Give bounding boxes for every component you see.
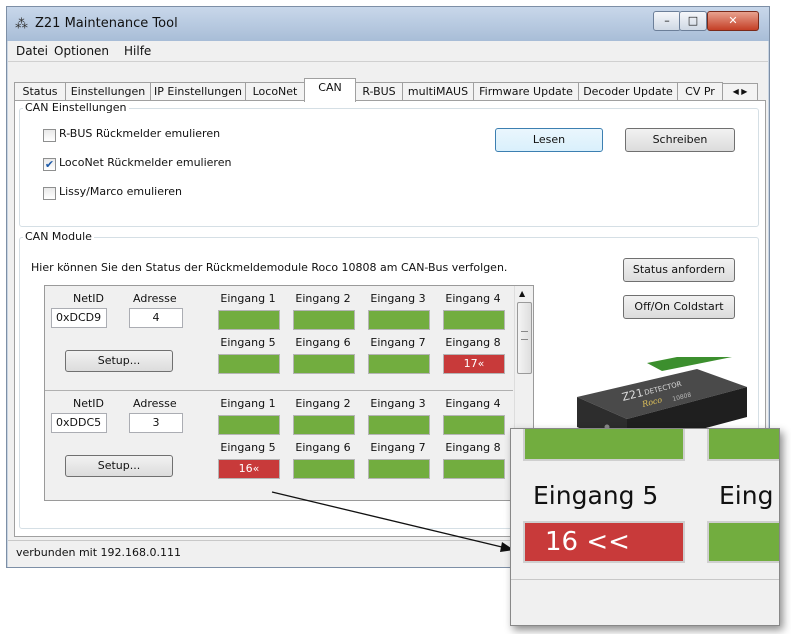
tab-ip-einstellungen[interactable]: IP Einstellungen — [150, 82, 246, 101]
address-header: Adresse — [133, 292, 177, 305]
input-indicator — [218, 415, 280, 435]
tab-multimaus[interactable]: multiMAUS — [402, 82, 474, 101]
input-indicator — [293, 354, 355, 374]
input-label: Eingang 8 — [445, 441, 501, 454]
module-list: NetID Adresse 0xDCD9 4 Setup... Eingang … — [44, 285, 534, 501]
zoom-input-label-partial: Eing — [719, 481, 774, 510]
read-button[interactable]: Lesen — [495, 128, 603, 152]
lissy-marco-checkbox[interactable] — [43, 187, 56, 200]
input-label: Eingang 6 — [295, 336, 351, 349]
netid-header: NetID — [73, 292, 105, 305]
input-label: Eingang 6 — [295, 441, 351, 454]
zoom-indicator — [707, 521, 779, 563]
menu-optionen[interactable]: Optionen — [54, 44, 109, 58]
scroll-up-icon[interactable]: ▲ — [519, 289, 525, 298]
tab-scroll-left-icon[interactable]: ◀ — [733, 87, 739, 96]
input-label: Eingang 3 — [370, 292, 426, 305]
input-indicator — [293, 459, 355, 479]
input-indicator — [443, 310, 505, 330]
input-label: Eingang 7 — [370, 441, 426, 454]
callout-arrow — [271, 491, 514, 552]
tab-cv-programmierung[interactable]: CV Pr — [677, 82, 723, 101]
loconet-emulate-label: LocoNet Rückmelder emulieren — [59, 156, 232, 169]
zoom-indicator — [707, 429, 779, 461]
request-status-button[interactable]: Status anfordern — [623, 258, 735, 282]
setup-button[interactable]: Setup... — [65, 455, 173, 477]
input-indicator — [293, 310, 355, 330]
title-bar: ⁂ Z21 Maintenance Tool – □ ✕ — [7, 7, 769, 41]
input-indicator — [368, 354, 430, 374]
input-label: Eingang 8 — [445, 336, 501, 349]
window-title: Z21 Maintenance Tool — [35, 16, 178, 31]
netid-field: 0xDDC5 — [51, 413, 107, 433]
tab-status[interactable]: Status — [14, 82, 66, 101]
input-label: Eingang 2 — [295, 292, 351, 305]
zoom-callout: Eingang 5 Eing 16 << — [510, 428, 780, 626]
input-indicator — [368, 459, 430, 479]
input-indicator — [443, 415, 505, 435]
tab-can[interactable]: CAN — [304, 78, 356, 102]
menu-bar: Datei Optionen Hilfe — [8, 41, 768, 62]
z21-logo-icon: ⁂ — [15, 17, 28, 32]
input-label: Eingang 4 — [445, 397, 501, 410]
zoom-input-label: Eingang 5 — [533, 481, 659, 510]
input-label: Eingang 4 — [445, 292, 501, 305]
zoom-indicator-occupied: 16 << — [523, 521, 685, 563]
close-button[interactable]: ✕ — [707, 11, 759, 31]
input-indicator — [293, 415, 355, 435]
zoom-indicator — [523, 429, 685, 461]
address-header: Adresse — [133, 397, 177, 410]
tab-scroll-arrows[interactable]: ◀ ▶ — [722, 83, 758, 101]
can-modules-label: CAN Module — [23, 230, 94, 243]
input-label: Eingang 5 — [220, 441, 276, 454]
input-indicator-occupied: 17« — [443, 354, 505, 374]
netid-header: NetID — [73, 397, 105, 410]
input-label: Eingang 2 — [295, 397, 351, 410]
write-button[interactable]: Schreiben — [625, 128, 735, 152]
tab-r-bus[interactable]: R-BUS — [355, 82, 403, 101]
maximize-button[interactable]: □ — [679, 11, 707, 31]
input-indicator — [443, 459, 505, 479]
connection-status: verbunden mit 192.168.0.111 — [16, 546, 181, 559]
can-settings-label: CAN Einstellungen — [23, 101, 129, 114]
zoom-divider — [511, 579, 779, 580]
input-indicator — [218, 310, 280, 330]
off-on-coldstart-button[interactable]: Off/On Coldstart — [623, 295, 735, 319]
tab-firmware-update[interactable]: Firmware Update — [473, 82, 579, 101]
rbus-emulate-label: R-BUS Rückmelder emulieren — [59, 127, 221, 140]
scroll-thumb[interactable] — [517, 302, 532, 374]
input-indicator — [368, 415, 430, 435]
tab-decoder-update[interactable]: Decoder Update — [578, 82, 678, 101]
input-indicator-occupied: 16« — [218, 459, 280, 479]
checkmark-icon: ✔ — [44, 158, 55, 171]
menu-hilfe[interactable]: Hilfe — [124, 44, 151, 58]
tab-scroll-right-icon[interactable]: ▶ — [741, 87, 747, 96]
input-label: Eingang 7 — [370, 336, 426, 349]
tab-loconet[interactable]: LocoNet — [245, 82, 305, 101]
loconet-emulate-checkbox[interactable]: ✔ — [43, 158, 56, 171]
input-label: Eingang 1 — [220, 397, 276, 410]
address-field[interactable]: 3 — [129, 413, 183, 433]
address-field[interactable]: 4 — [129, 308, 183, 328]
module-row: NetID Adresse 0xDCD9 4 Setup... Eingang … — [45, 286, 513, 391]
module-row: NetID Adresse 0xDDC5 3 Setup... Eingang … — [45, 391, 513, 495]
can-modules-description: Hier können Sie den Status der Rückmelde… — [31, 261, 508, 274]
rbus-emulate-checkbox[interactable] — [43, 129, 56, 142]
setup-button[interactable]: Setup... — [65, 350, 173, 372]
grip-icon — [521, 331, 528, 340]
minimize-button[interactable]: – — [653, 11, 681, 31]
lissy-marco-label: Lissy/Marco emulieren — [59, 185, 183, 198]
input-indicator — [218, 354, 280, 374]
tab-einstellungen[interactable]: Einstellungen — [65, 82, 151, 101]
input-label: Eingang 5 — [220, 336, 276, 349]
input-label: Eingang 1 — [220, 292, 276, 305]
menu-datei[interactable]: Datei — [16, 44, 48, 58]
input-label: Eingang 3 — [370, 397, 426, 410]
netid-field: 0xDCD9 — [51, 308, 107, 328]
input-indicator — [368, 310, 430, 330]
